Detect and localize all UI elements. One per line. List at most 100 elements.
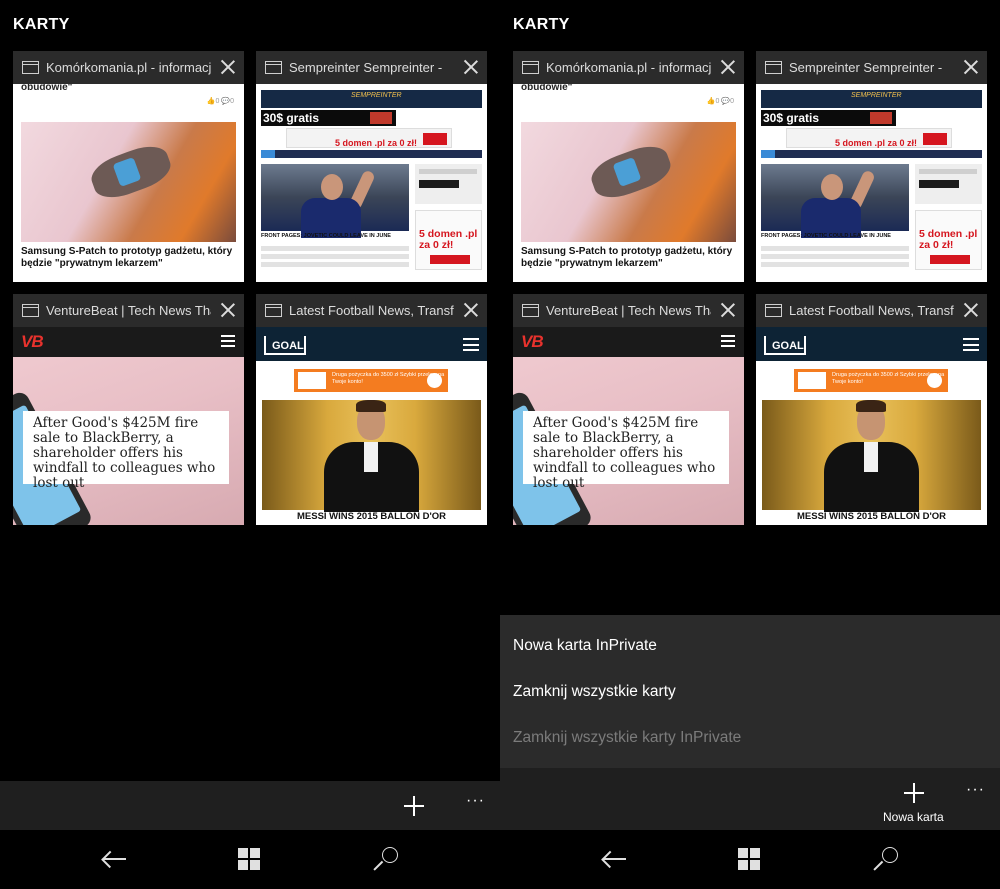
plus-icon[interactable] [404,796,424,816]
tab-title: Sempreinter Sempreinter - [789,60,943,75]
site-nav [761,150,982,158]
search-icon[interactable] [373,847,400,873]
new-tab-label[interactable]: Nowa karta [883,810,944,824]
site-header: VB [513,327,744,357]
ad-banner: Druga pożyczka do 3500 zł Szybki przelew… [794,369,948,392]
side-block [415,164,482,204]
tab-header: Komórkomania.pl - informacje [513,51,744,84]
tab-thumbnail[interactable]: obudowie" 👍0 💬0 Samsung S-Patch to proto… [513,84,744,282]
more-options-icon[interactable]: ··· [466,792,485,810]
tab-card-sempreinter[interactable]: Sempreinter Sempreinter - SEMPREINTER 30… [756,51,987,282]
side-block [915,164,982,204]
menu-item-close-all-tabs[interactable]: Zamknij wszystkie karty [513,683,676,701]
thumb-headline: FRONT PAGES: JOVETIC COULD LEAVE IN JUNE [761,233,891,239]
app-bar: Nowa karta ··· [500,768,1000,830]
tab-card-komorkomania[interactable]: Komórkomania.pl - informacje obudowie" 👍… [13,51,244,282]
side-ad: 5 domen .pl za 0 zł! [915,210,982,270]
tab-thumbnail[interactable]: SEMPREINTER 30$ gratis 5 domen .pl za 0 … [756,84,987,282]
tab-header: VentureBeat | Tech News That [513,294,744,327]
tab-card-goal[interactable]: Latest Football News, Transfer GOAL Drug… [756,294,987,525]
tab-card-goal[interactable]: Latest Football News, Transfer GOAL Drug… [256,294,487,525]
tab-title: VentureBeat | Tech News That [46,303,211,318]
thumb-photo [262,400,481,512]
site-logo: GOAL [264,336,306,355]
more-options-icon[interactable]: ··· [966,781,985,799]
headline-card: After Good's $425M fire sale to BlackBer… [523,411,729,491]
tab-title: Komórkomania.pl - informacje [546,60,711,75]
close-tab-icon[interactable] [963,302,979,318]
close-tab-icon[interactable] [463,59,479,75]
side-ad: 5 domen .pl za 0 zł! [415,210,482,270]
tab-title: VentureBeat | Tech News That [546,303,711,318]
windows-start-icon[interactable] [238,848,261,870]
tab-header: Latest Football News, Transfer [756,294,987,327]
thumb-stats: 👍0 💬0 [206,98,234,105]
ad-text: 30$ gratis [763,111,820,125]
screen-left: KARTY Komórkomania.pl - informacje obudo… [0,0,500,889]
site-banner: SEMPREINTER [261,90,482,108]
thumb-stats: 👍0 💬0 [706,98,734,105]
thumb-photo [761,164,909,238]
tab-thumbnail[interactable]: GOAL Druga pożyczka do 3500 zł Szybki pr… [256,327,487,525]
close-tab-icon[interactable] [720,302,736,318]
side-ad-text: 5 domen .pl za 0 zł! [419,228,478,251]
tab-thumbnail[interactable]: GOAL Druga pożyczka do 3500 zł Szybki pr… [756,327,987,525]
page-icon [22,304,39,317]
site-header: VB [13,327,244,357]
close-tab-icon[interactable] [220,302,236,318]
article-list [761,246,909,280]
page-title: KARTY [13,16,70,33]
site-logo: GOAL [764,336,806,355]
tab-title: Latest Football News, Transfer [289,303,454,318]
search-icon[interactable] [873,847,900,873]
tab-thumbnail[interactable]: SEMPREINTER 30$ gratis 5 domen .pl za 0 … [256,84,487,282]
close-tab-icon[interactable] [220,59,236,75]
thumb-headline: After Good's $425M fire sale to BlackBer… [533,415,716,491]
tab-card-komorkomania[interactable]: Komórkomania.pl - informacje obudowie" 👍… [513,51,744,282]
page-icon [522,61,539,74]
ad-banner: 30$ gratis [761,110,896,126]
tab-header: VentureBeat | Tech News That [13,294,244,327]
close-tab-icon[interactable] [463,302,479,318]
tab-card-venturebeat[interactable]: VentureBeat | Tech News That VB After Go… [13,294,244,525]
thumb-headline: MESSI WINS 2015 BALLON D'OR [296,511,446,522]
tab-title: Komórkomania.pl - informacje [46,60,211,75]
tab-card-sempreinter[interactable]: Sempreinter Sempreinter - SEMPREINTER 30… [256,51,487,282]
tab-header: Sempreinter Sempreinter - [756,51,987,84]
menu-item-close-all-inprivate-tabs: Zamknij wszystkie karty InPrivate [513,729,742,746]
page-icon [522,304,539,317]
thumb-headline: After Good's $425M fire sale to BlackBer… [33,415,216,491]
tab-thumbnail[interactable]: VB After Good's $425M fire sale to Black… [13,327,244,525]
site-banner: SEMPREINTER [761,90,982,108]
thumb-headline: FRONT PAGES: JOVETIC COULD LEAVE IN JUNE [261,233,391,239]
ad-text: 30$ gratis [263,111,320,125]
site-nav [261,150,482,158]
promo-banner: 5 domen .pl za 0 zł! [286,128,452,148]
site-header: GOAL [756,327,987,361]
thumb-headline: MESSI WINS 2015 BALLON D'OR [796,511,946,522]
tab-card-venturebeat[interactable]: VentureBeat | Tech News That VB After Go… [513,294,744,525]
site-logo: VB [521,332,544,351]
close-tab-icon[interactable] [963,59,979,75]
windows-start-icon[interactable] [738,848,761,870]
headline-card: After Good's $425M fire sale to BlackBer… [23,411,229,491]
menu-item-new-inprivate-tab[interactable]: Nowa karta InPrivate [513,637,657,655]
thumb-photo [21,122,236,242]
back-arrow-icon[interactable] [601,847,627,871]
ad-banner: Druga pożyczka do 3500 zł Szybki przelew… [294,369,448,392]
close-tab-icon[interactable] [720,59,736,75]
back-arrow-icon[interactable] [101,847,127,871]
tab-thumbnail[interactable]: VB After Good's $425M fire sale to Black… [513,327,744,525]
plus-icon[interactable] [904,783,924,803]
tab-thumbnail[interactable]: obudowie" 👍0 💬0 Samsung S-Patch to proto… [13,84,244,282]
page-title: KARTY [513,16,570,33]
hamburger-icon [221,335,235,347]
thumb-photo [521,122,736,242]
promo-text: 5 domen .pl za 0 zł! [335,138,418,148]
thumb-photo [762,400,981,512]
system-nav-bar [0,830,500,889]
screen-right: KARTY Komórkomania.pl - informacje obudo… [500,0,1000,889]
thumb-snippet: obudowie" [21,84,73,93]
thumb-headline: Samsung S-Patch to prototyp gadżetu, któ… [21,246,233,269]
app-bar: ··· [0,781,500,830]
